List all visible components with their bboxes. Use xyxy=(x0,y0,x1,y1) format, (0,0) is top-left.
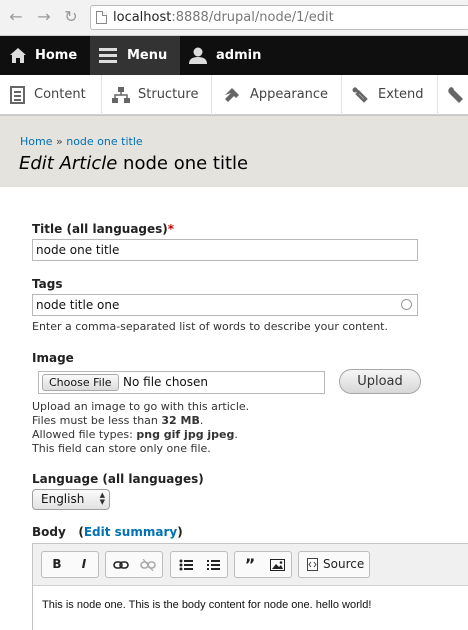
edit-summary-link[interactable]: Edit summary xyxy=(84,525,177,539)
tray-item-extend[interactable]: Extend xyxy=(342,75,438,115)
link-icon xyxy=(113,561,129,569)
address-bar[interactable]: localhost:8888/drupal/node/1/edit xyxy=(90,5,468,30)
italic-button[interactable]: I xyxy=(71,552,97,577)
tray-item-configuration[interactable] xyxy=(438,75,468,115)
wrench-icon xyxy=(448,87,463,103)
page-icon xyxy=(96,11,107,24)
unlink-icon xyxy=(140,558,156,572)
language-label: Language (all languages) xyxy=(32,472,204,486)
link-button[interactable] xyxy=(108,552,134,577)
bullet-list-icon xyxy=(179,559,193,571)
tray-item-appearance-label: Appearance xyxy=(250,87,329,102)
toolbar-home-label: Home xyxy=(35,48,78,63)
tray-item-content-label: Content xyxy=(34,87,86,102)
browser-toolbar: ← → ↻ localhost:8888/drupal/node/1/edit xyxy=(0,0,468,36)
numbered-list-icon xyxy=(207,560,220,570)
home-icon xyxy=(10,48,26,63)
select-arrows-icon: ▲ ▼ xyxy=(99,491,105,506)
tags-input-value: node title one xyxy=(36,298,120,312)
tray-item-appearance[interactable]: Appearance xyxy=(212,75,342,115)
body-editor: B I ” Source This is node one. This is t… xyxy=(32,543,468,630)
size-limit-value: 32 MB xyxy=(161,414,200,427)
file-input[interactable]: Choose File No file chosen xyxy=(38,371,325,394)
numbered-list-button[interactable] xyxy=(200,552,226,577)
body-label: Body (Edit summary) xyxy=(32,525,183,539)
tray-item-structure[interactable]: Structure xyxy=(102,75,212,115)
back-arrow-icon[interactable]: ← xyxy=(6,7,26,27)
tags-description: Enter a comma-separated list of words to… xyxy=(32,320,388,333)
body-label-text: Body xyxy=(32,525,66,539)
url-host: localhost xyxy=(113,10,172,25)
tray-item-structure-label: Structure xyxy=(138,87,199,102)
bullet-list-button[interactable] xyxy=(173,552,199,577)
source-button[interactable]: Source xyxy=(301,552,367,577)
toolbar-menu[interactable]: Menu xyxy=(90,36,180,75)
file-types-suffix: . xyxy=(234,428,238,441)
page-title-node: node one title xyxy=(117,153,249,174)
content-icon xyxy=(10,86,25,104)
title-label: Title (all languages)* xyxy=(32,222,174,236)
size-limit-prefix: Files must be less than xyxy=(32,414,162,427)
structure-icon xyxy=(112,87,130,103)
image-desc-line-1: Upload an image to go with this article. xyxy=(32,400,250,413)
blockquote-button[interactable]: ” xyxy=(237,552,263,577)
toolbar-tray: Content Structure Appearance Extend xyxy=(0,75,468,115)
url-path: :8888/drupal/node/1/edit xyxy=(171,10,334,25)
editor-content[interactable]: This is node one. This is the body conte… xyxy=(42,599,371,611)
page-title: Edit Article node one title xyxy=(19,153,248,174)
admin-toolbar: Home Menu admin xyxy=(0,36,468,75)
required-marker: * xyxy=(167,222,175,236)
breadcrumb: Home » node one title xyxy=(20,135,143,148)
toolbar-menu-label: Menu xyxy=(127,48,168,63)
toolbar-home[interactable]: Home xyxy=(0,36,88,75)
bold-button[interactable]: B xyxy=(44,552,70,577)
choose-file-button[interactable]: Choose File xyxy=(42,374,119,391)
source-group: Source xyxy=(298,551,370,578)
breadcrumb-home-link[interactable]: Home xyxy=(20,135,52,148)
image-desc-line-4: This field can store only one file. xyxy=(32,442,211,455)
list-group xyxy=(170,551,228,578)
image-desc-line-2: Files must be less than 32 MB. xyxy=(32,414,249,428)
image-label: Image xyxy=(32,351,74,365)
language-select-value: English xyxy=(41,492,85,506)
editor-toolbar: B I ” Source xyxy=(33,544,468,586)
tray-item-extend-label: Extend xyxy=(378,87,424,102)
autocomplete-icon xyxy=(401,299,412,310)
unlink-button[interactable] xyxy=(135,552,161,577)
toolbar-user[interactable]: admin xyxy=(180,36,270,75)
upload-button[interactable]: Upload xyxy=(339,369,421,394)
page-header: Home » node one title Edit Article node … xyxy=(0,115,468,187)
tags-label: Tags xyxy=(32,277,63,291)
title-input[interactable] xyxy=(32,239,418,261)
size-limit-suffix: . xyxy=(199,414,204,427)
file-types-prefix: Allowed file types: xyxy=(32,428,137,441)
hamburger-icon xyxy=(99,48,117,63)
file-types-value: png gif jpg jpeg xyxy=(136,428,235,441)
block-group: ” xyxy=(234,551,292,578)
image-icon xyxy=(269,559,285,571)
appearance-icon xyxy=(225,88,239,102)
reload-icon[interactable]: ↻ xyxy=(61,7,81,27)
language-select[interactable]: English ▲ ▼ xyxy=(32,489,110,510)
extend-icon xyxy=(352,87,368,103)
paren-close: ) xyxy=(177,525,183,539)
source-label: Source xyxy=(323,557,365,571)
title-label-text: Title (all languages) xyxy=(32,222,168,236)
image-description: Upload an image to go with this article.… xyxy=(32,400,249,456)
page-title-type: Edit Article xyxy=(19,153,118,174)
quote-icon: ” xyxy=(244,555,256,574)
link-group xyxy=(105,551,163,578)
breadcrumb-node-link[interactable]: node one title xyxy=(66,135,142,148)
toolbar-user-label: admin xyxy=(216,48,262,63)
breadcrumb-separator: » xyxy=(55,135,63,148)
file-status: No file chosen xyxy=(123,375,209,389)
format-group: B I xyxy=(41,551,99,578)
tags-input[interactable]: node title one xyxy=(32,294,418,316)
user-icon xyxy=(189,47,207,64)
image-button[interactable] xyxy=(264,552,290,577)
source-icon xyxy=(307,558,318,571)
tray-item-content[interactable]: Content xyxy=(0,75,102,115)
image-desc-line-3: Allowed file types: png gif jpg jpeg. xyxy=(32,428,249,442)
forward-arrow-icon[interactable]: → xyxy=(34,7,54,27)
